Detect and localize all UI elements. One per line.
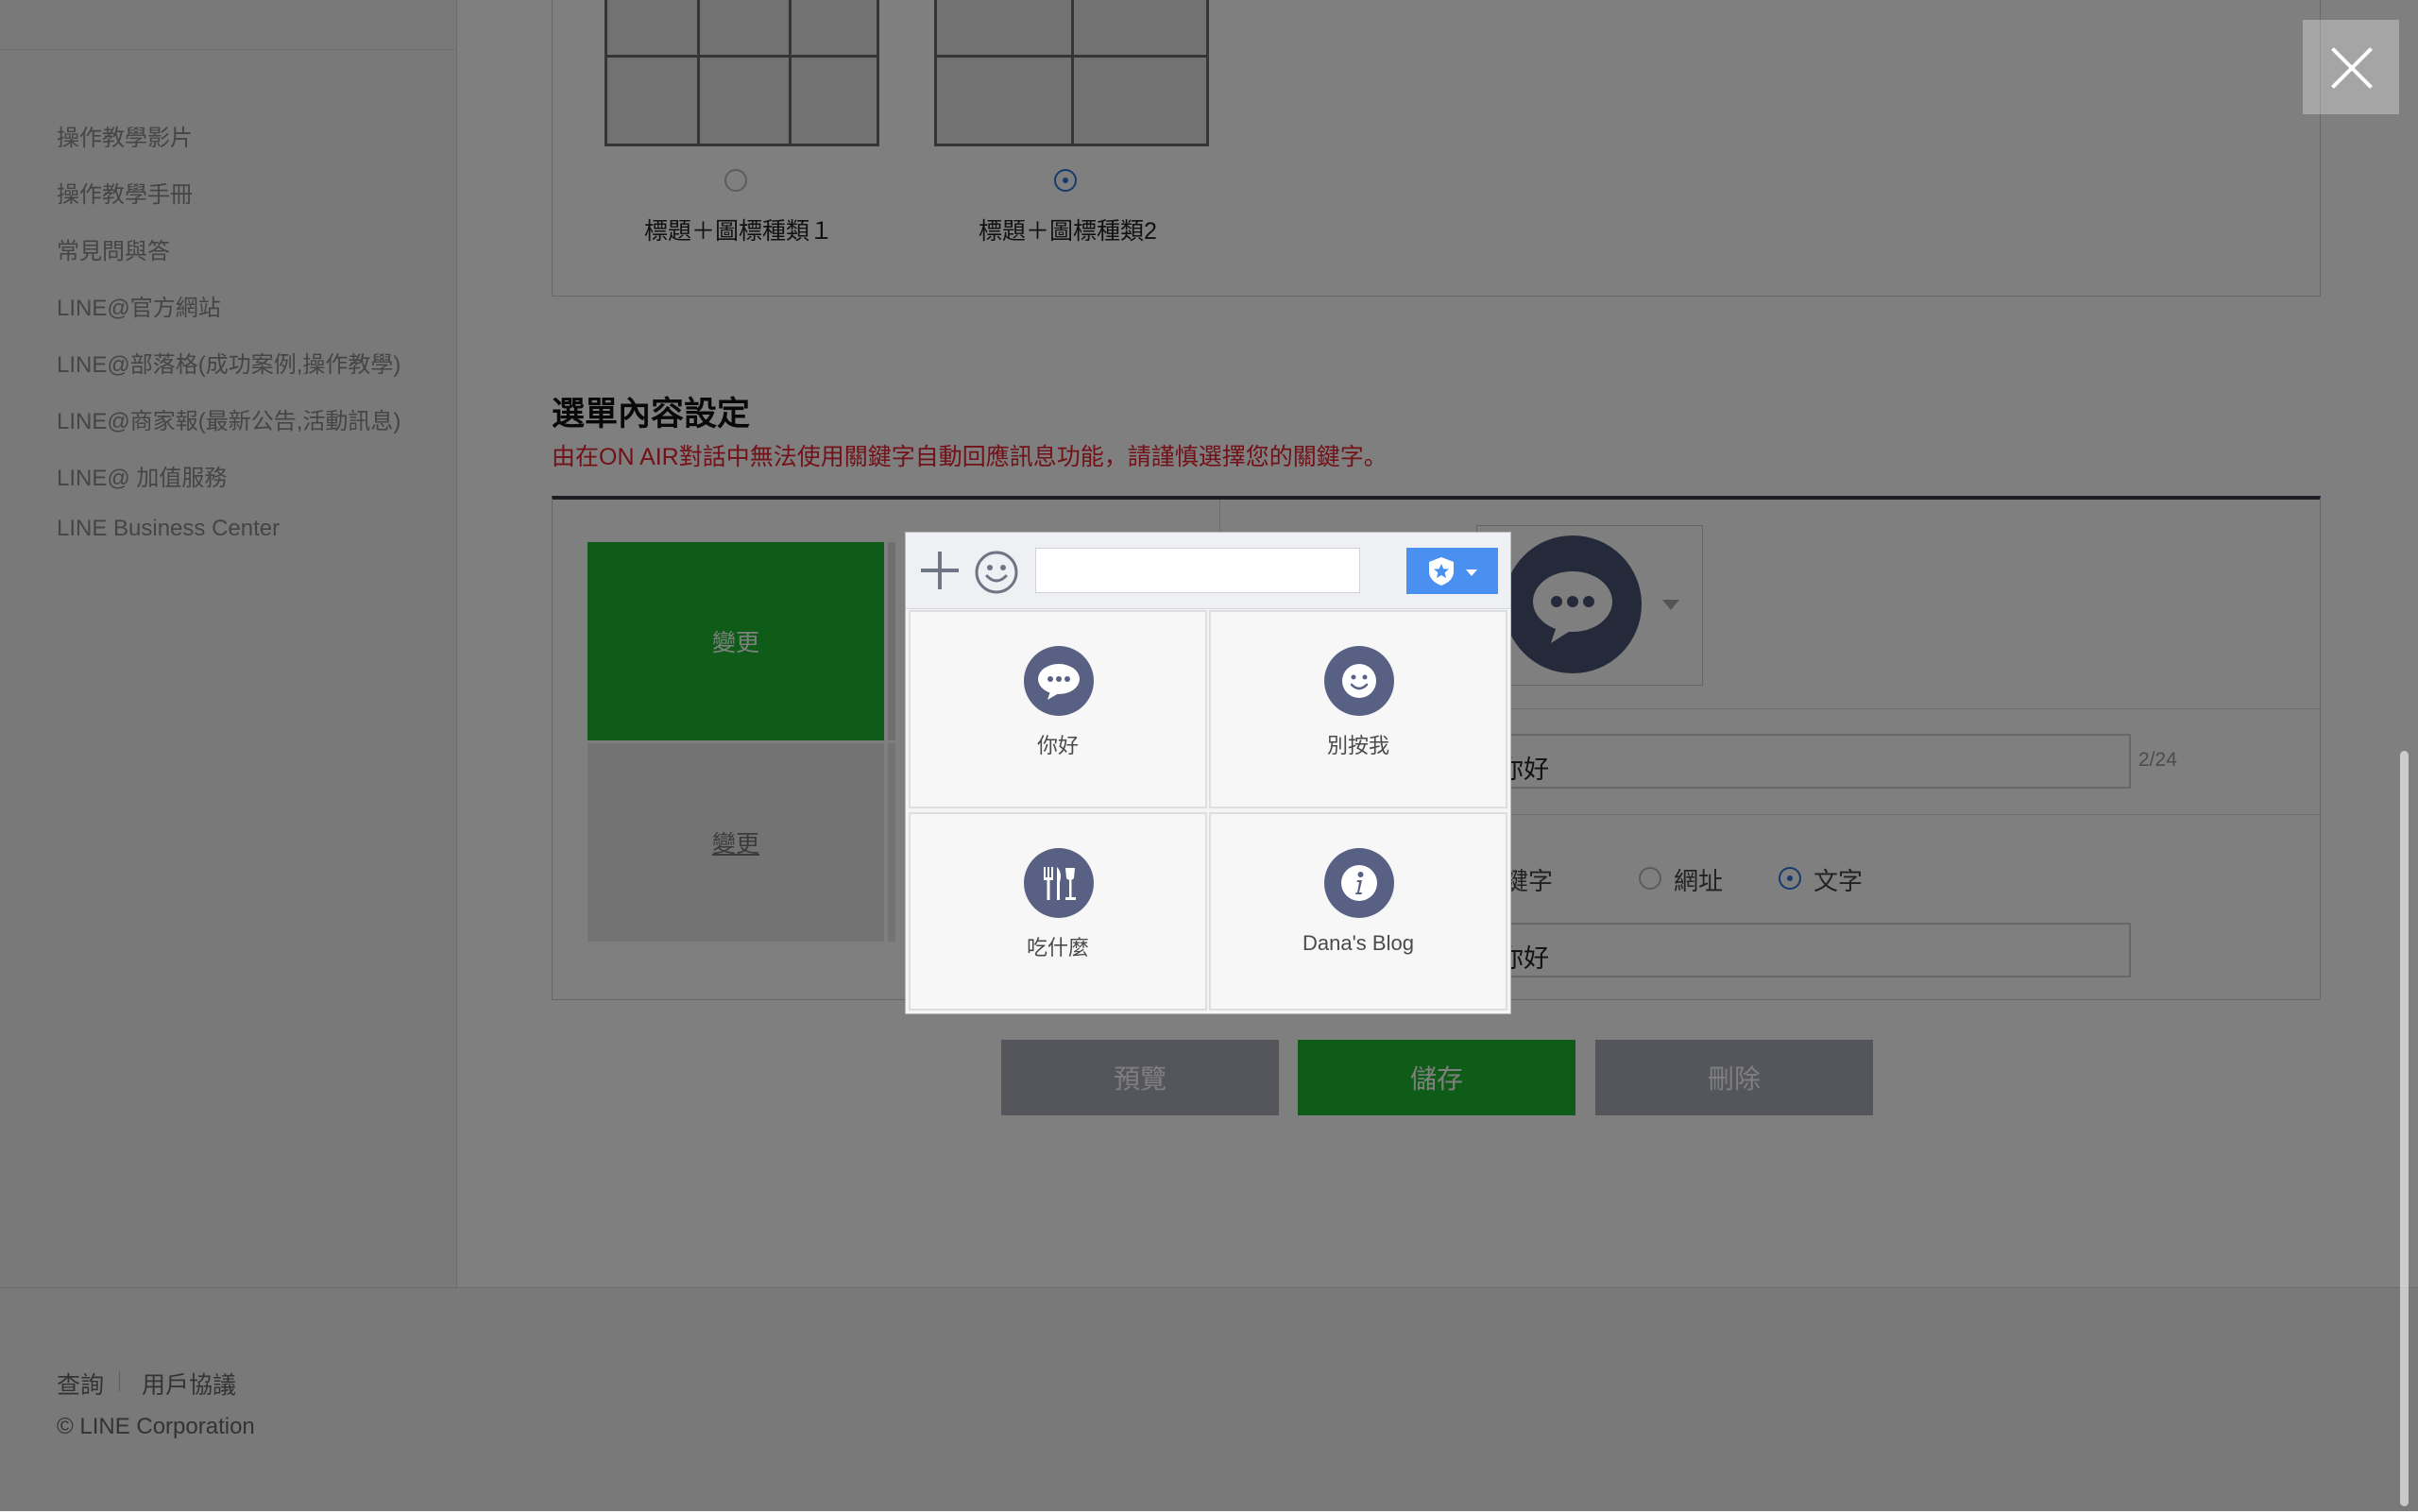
message-input[interactable]: [1035, 548, 1360, 593]
rich-menu-item-hello[interactable]: 你好: [909, 610, 1207, 808]
info-icon: [1324, 848, 1394, 918]
rich-menu-toggle-button[interactable]: [1406, 548, 1498, 594]
rich-menu-item-label: 你好: [1036, 734, 1079, 757]
utensils-icon: [1024, 848, 1094, 918]
rich-menu-preview: 你好 別按我 吃什麼 Dana's Blog: [906, 533, 1510, 1013]
rich-menu-item-what-to-eat[interactable]: 吃什麼: [909, 812, 1207, 1011]
chevron-down-icon: [1466, 569, 1477, 576]
shield-star-icon: [1429, 557, 1454, 586]
rich-menu-item-label: 吃什麼: [1026, 936, 1089, 960]
rich-menu-item-label: 別按我: [1326, 734, 1389, 757]
emoji-icon[interactable]: [974, 550, 1019, 600]
rich-menu-item-label: Dana's Blog: [1303, 931, 1414, 955]
rich-menu-item-dont-press[interactable]: 別按我: [1209, 610, 1507, 808]
plus-icon[interactable]: [921, 552, 959, 589]
rich-menu-item-danas-blog[interactable]: Dana's Blog: [1209, 812, 1507, 1011]
scrollbar-thumb[interactable]: [2400, 751, 2409, 1506]
smiley-icon: [1324, 646, 1394, 716]
chat-bubble-icon: [1024, 646, 1094, 716]
chat-input-bar: [906, 533, 1510, 609]
close-preview-button[interactable]: [2303, 20, 2399, 114]
